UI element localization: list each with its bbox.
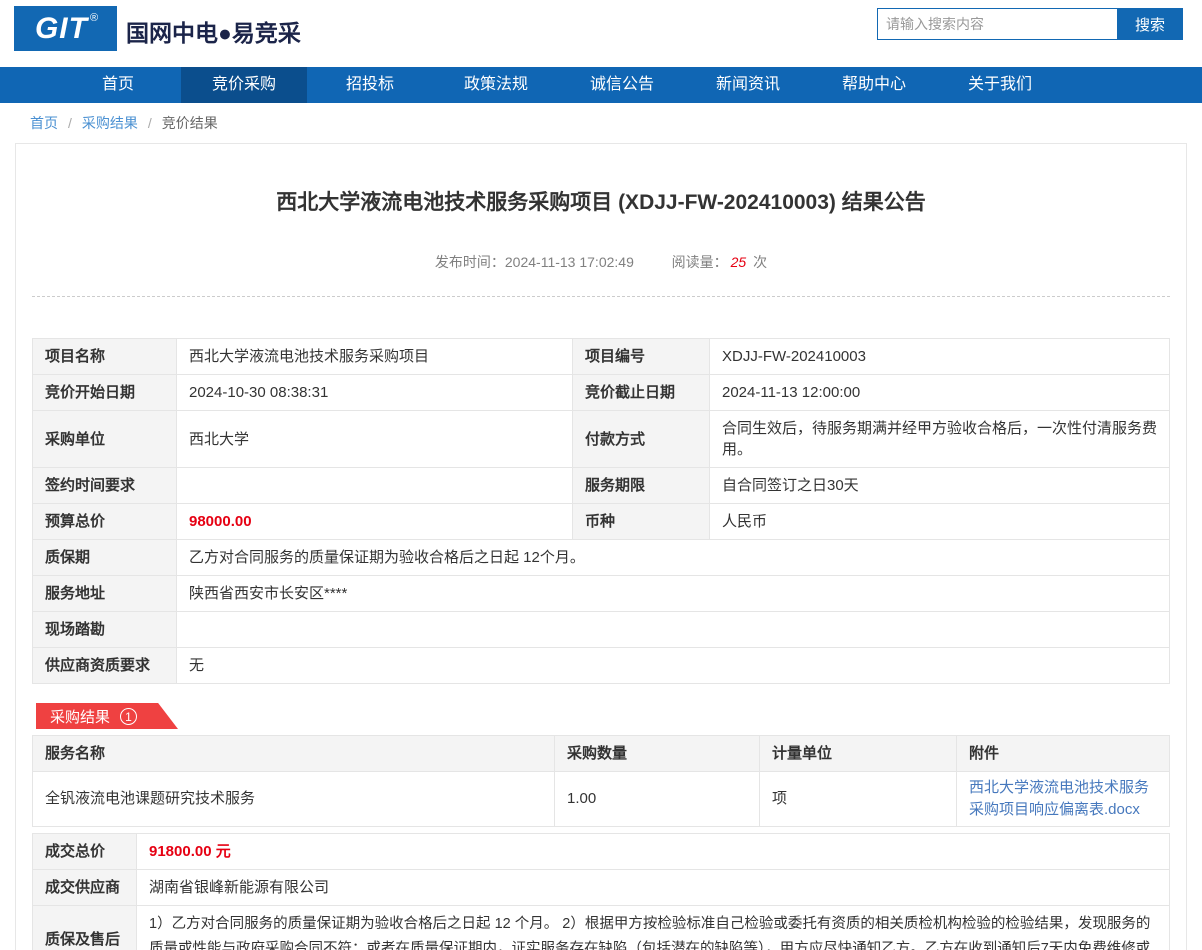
field-value	[177, 612, 1170, 648]
field-label: 币种	[573, 504, 710, 540]
field-label: 成交供应商	[33, 870, 137, 906]
field-label: 项目编号	[573, 339, 710, 375]
field-label: 项目名称	[33, 339, 177, 375]
field-value: 人民币	[710, 504, 1170, 540]
table-row: 质保期 乙方对合同服务的质量保证期为验收合格后之日起 12个月。	[33, 540, 1170, 576]
badge-count-circle-icon: 1	[120, 708, 137, 725]
content-card: 西北大学液流电池技术服务采购项目 (XDJJ-FW-202410003) 结果公…	[15, 143, 1187, 950]
registered-trademark-icon: ®	[90, 12, 98, 24]
site-logo[interactable]: GIT®	[14, 6, 117, 51]
table-row: 供应商资质要求 无	[33, 648, 1170, 684]
publish-time-label: 发布时间：	[435, 254, 505, 270]
table-row: 现场踏勘	[33, 612, 1170, 648]
field-label: 供应商资质要求	[33, 648, 177, 684]
breadcrumb: 首页 / 采购结果 / 竞价结果	[0, 103, 1202, 143]
budget-price-value: 98000.00	[177, 504, 573, 540]
field-value: 合同生效后，待服务期满并经甲方验收合格后，一次性付清服务费用。	[710, 411, 1170, 468]
breadcrumb-procurement-results-link[interactable]: 采购结果	[82, 113, 138, 133]
table-row: 质保及售后服务 1）乙方对合同服务的质量保证期为验收合格后之日起 12 个月。 …	[33, 906, 1170, 950]
page-title: 西北大学液流电池技术服务采购项目 (XDJJ-FW-202410003) 结果公…	[32, 144, 1170, 216]
field-label: 竞价开始日期	[33, 375, 177, 411]
nav-item-help-center[interactable]: 帮助中心	[811, 67, 937, 103]
nav-item-home[interactable]: 首页	[55, 67, 181, 103]
field-label: 质保期	[33, 540, 177, 576]
table-row: 服务地址 陕西省西安市长安区****	[33, 576, 1170, 612]
table-row: 竞价开始日期 2024-10-30 08:38:31 竞价截止日期 2024-1…	[33, 375, 1170, 411]
column-header: 计量单位	[760, 736, 957, 772]
deal-summary-table: 成交总价 91800.00 元 成交供应商 湖南省银峰新能源有限公司 质保及售后…	[32, 833, 1170, 950]
field-label: 成交总价	[33, 834, 137, 870]
search-button[interactable]: 搜索	[1117, 8, 1183, 40]
attachment-cell: 西北大学液流电池技术服务采购项目响应偏离表.docx	[957, 772, 1170, 827]
field-value: 2024-11-13 12:00:00	[710, 375, 1170, 411]
field-label: 采购单位	[33, 411, 177, 468]
nav-item-tendering[interactable]: 招投标	[307, 67, 433, 103]
table-row: 全钒液流电池课题研究技术服务 1.00 项 西北大学液流电池技术服务采购项目响应…	[33, 772, 1170, 827]
field-label: 服务期限	[573, 468, 710, 504]
column-header: 附件	[957, 736, 1170, 772]
procurement-result-badge: 采购结果 1	[36, 703, 178, 729]
deal-total-price: 91800.00 元	[137, 834, 1170, 870]
field-label: 质保及售后服务	[33, 906, 137, 950]
field-value: 无	[177, 648, 1170, 684]
field-value	[177, 468, 573, 504]
nav-item-integrity-notices[interactable]: 诚信公告	[559, 67, 685, 103]
search-input[interactable]	[877, 8, 1117, 40]
field-label: 现场踏勘	[33, 612, 177, 648]
table-row: 成交供应商 湖南省银峰新能源有限公司	[33, 870, 1170, 906]
search-bar: 搜索	[877, 8, 1183, 40]
field-value: 2024-10-30 08:38:31	[177, 375, 573, 411]
column-header: 采购数量	[555, 736, 760, 772]
table-row: 采购单位 西北大学 付款方式 合同生效后，待服务期满并经甲方验收合格后，一次性付…	[33, 411, 1170, 468]
main-nav: 首页 竞价采购 招投标 政策法规 诚信公告 新闻资讯 帮助中心 关于我们	[0, 67, 1202, 103]
site-title: 国网中电●易竞采	[126, 14, 301, 48]
project-info-table: 项目名称 西北大学液流电池技术服务采购项目 项目编号 XDJJ-FW-20241…	[32, 338, 1170, 684]
field-label: 预算总价	[33, 504, 177, 540]
badge-label: 采购结果	[50, 706, 110, 727]
publish-time-value: 2024-11-13 17:02:49	[505, 254, 634, 270]
deal-supplier: 湖南省银峰新能源有限公司	[137, 870, 1170, 906]
breadcrumb-separator: /	[148, 115, 152, 131]
field-label: 竞价截止日期	[573, 375, 710, 411]
table-row: 预算总价 98000.00 币种 人民币	[33, 504, 1170, 540]
field-label: 服务地址	[33, 576, 177, 612]
nav-item-policies[interactable]: 政策法规	[433, 67, 559, 103]
views-label: 阅读量：	[672, 254, 728, 270]
field-value: 自合同签订之日30天	[710, 468, 1170, 504]
breadcrumb-home-link[interactable]: 首页	[30, 113, 58, 133]
field-value: 西北大学	[177, 411, 573, 468]
site-header: GIT® 国网中电●易竞采 搜索	[0, 0, 1202, 67]
procurement-result-table: 服务名称 采购数量 计量单位 附件 全钒液流电池课题研究技术服务 1.00 项 …	[32, 735, 1170, 827]
table-header-row: 服务名称 采购数量 计量单位 附件	[33, 736, 1170, 772]
table-row: 项目名称 西北大学液流电池技术服务采购项目 项目编号 XDJJ-FW-20241…	[33, 339, 1170, 375]
views-unit: 次	[753, 254, 767, 270]
field-value: 西北大学液流电池技术服务采购项目	[177, 339, 573, 375]
breadcrumb-separator: /	[68, 115, 72, 131]
attachment-link[interactable]: 西北大学液流电池技术服务采购项目响应偏离表.docx	[969, 779, 1149, 818]
column-header: 服务名称	[33, 736, 555, 772]
nav-item-about-us[interactable]: 关于我们	[937, 67, 1063, 103]
field-label: 签约时间要求	[33, 468, 177, 504]
field-value: XDJJ-FW-202410003	[710, 339, 1170, 375]
field-value: 乙方对合同服务的质量保证期为验收合格后之日起 12个月。	[177, 540, 1170, 576]
nav-item-bidding-procurement[interactable]: 竞价采购	[181, 67, 307, 103]
article-meta: 发布时间：2024-11-13 17:02:49 阅读量：25 次	[32, 252, 1170, 272]
views-count: 25	[731, 254, 747, 270]
table-row: 成交总价 91800.00 元	[33, 834, 1170, 870]
divider	[32, 296, 1170, 297]
breadcrumb-current: 竞价结果	[162, 113, 218, 133]
unit-cell: 项	[760, 772, 957, 827]
logo-text: GIT	[35, 12, 88, 46]
field-label: 付款方式	[573, 411, 710, 468]
quantity-cell: 1.00	[555, 772, 760, 827]
field-value: 陕西省西安市长安区****	[177, 576, 1170, 612]
nav-item-news[interactable]: 新闻资讯	[685, 67, 811, 103]
table-row: 签约时间要求 服务期限 自合同签订之日30天	[33, 468, 1170, 504]
service-name-cell: 全钒液流电池课题研究技术服务	[33, 772, 555, 827]
warranty-text: 1）乙方对合同服务的质量保证期为验收合格后之日起 12 个月。 2）根据甲方按检…	[137, 906, 1170, 950]
